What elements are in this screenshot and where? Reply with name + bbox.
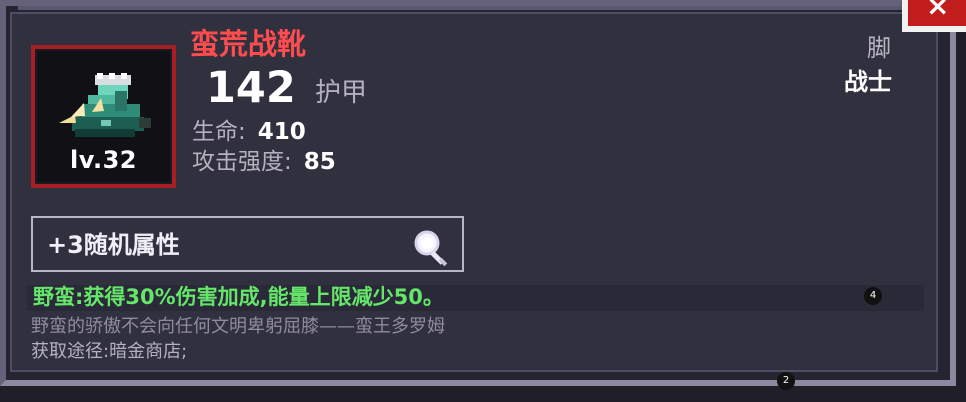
boots-icon xyxy=(59,73,151,137)
armor-value: 142 xyxy=(206,63,296,113)
close-icon: × xyxy=(926,0,950,22)
close-button[interactable]: × xyxy=(902,0,966,32)
health-stat-row: 生命: 410 xyxy=(192,118,306,146)
random-attributes-box[interactable]: +3随机属性 xyxy=(31,216,464,272)
attack-power-stat-row: 攻击强度: 85 xyxy=(192,148,336,176)
item-name: 蛮荒战靴 xyxy=(190,27,307,61)
attack-power-label: 攻击强度: xyxy=(192,149,292,175)
armor-label: 护甲 xyxy=(315,78,368,108)
health-label: 生命: xyxy=(192,119,246,145)
flavor-text: 野蛮的骄傲不会向任何文明卑躬屈膝——蛮王多罗姆 xyxy=(31,316,445,337)
item-level: lv.32 xyxy=(70,146,137,174)
acquisition-source: 获取途径:暗金商店; xyxy=(31,341,188,362)
item-tooltip-window: × lv.32 蛮荒战靴 142 护甲 生命: 410 攻击强度: 85 脚 战… xyxy=(0,0,966,402)
item-icon-frame: lv.32 xyxy=(31,45,176,188)
special-effect-text: 野蛮:获得30%伤害加成,能量上限减少50。 xyxy=(33,285,444,309)
effect-count-badge: 4 xyxy=(864,287,882,305)
bottom-count-badge: 2 xyxy=(777,372,795,390)
magnifier-icon[interactable] xyxy=(410,228,454,268)
class-requirement: 战士 xyxy=(844,68,892,96)
random-attributes-label: +3随机属性 xyxy=(47,231,180,259)
equipment-slot: 脚 xyxy=(867,34,891,62)
attack-power-value: 85 xyxy=(303,149,336,175)
top-border-stripe xyxy=(18,6,908,10)
health-value: 410 xyxy=(257,119,306,145)
